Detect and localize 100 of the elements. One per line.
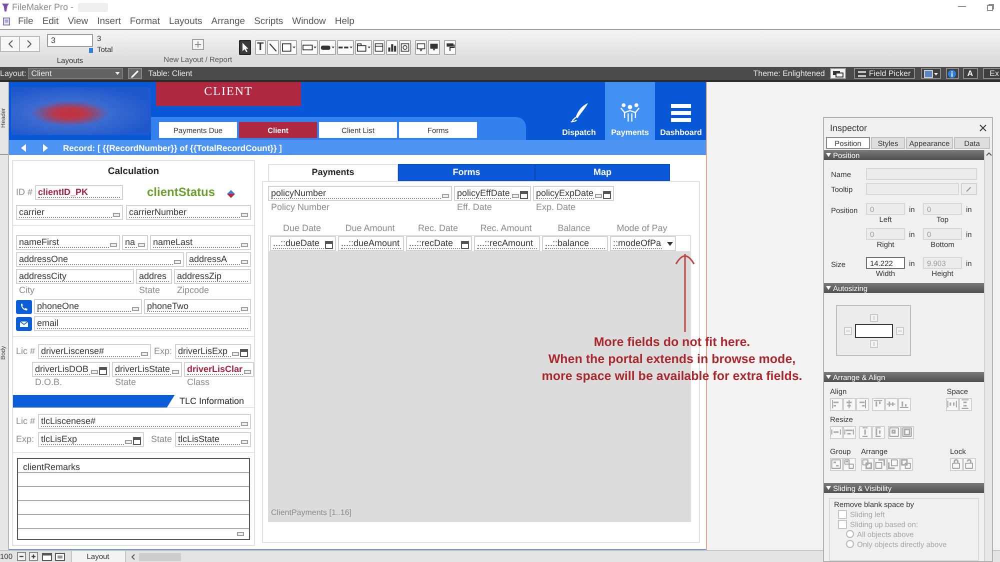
panel-tab[interactable]: Payments: [268, 164, 398, 181]
layout-field[interactable]: tlcLiscenese#: [38, 414, 251, 429]
layout-field[interactable]: ...::recDate: [406, 236, 472, 251]
layout-field[interactable]: clientRemarks: [17, 458, 250, 540]
bring-forward-icon[interactable]: [874, 458, 887, 471]
group-icon[interactable]: [830, 458, 843, 471]
two-windows-icon[interactable]: [830, 68, 846, 79]
popover-tool-icon[interactable]: [414, 40, 427, 55]
panel-tab[interactable]: Forms: [398, 164, 535, 181]
menu-item[interactable]: View: [66, 16, 90, 28]
close-icon[interactable]: [979, 124, 987, 132]
window-view-icon[interactable]: [54, 552, 65, 560]
zoom-out-icon[interactable]: [16, 552, 26, 561]
rectangle-tool-icon[interactable]: [280, 40, 297, 55]
ungroup-icon[interactable]: [843, 458, 856, 471]
layout-field[interactable]: addres: [136, 269, 172, 284]
align-right-icon[interactable]: [856, 398, 869, 411]
panel-tab[interactable]: Map: [535, 164, 670, 181]
tab-control-tool-icon[interactable]: [354, 40, 372, 55]
menu-item[interactable]: Layouts: [168, 16, 204, 28]
menu-item[interactable]: Help: [334, 16, 356, 28]
previous-record-icon[interactable]: [21, 144, 26, 152]
layout-field[interactable]: addressA: [186, 252, 251, 267]
layout-field[interactable]: addressZip: [174, 269, 251, 284]
layout-field[interactable]: driverLisExp: [175, 344, 251, 359]
align-left-icon[interactable]: [830, 398, 843, 411]
menu-item[interactable]: Arrange: [210, 16, 246, 28]
maximize-icon[interactable]: [987, 4, 994, 10]
layout-field[interactable]: carrierNumber: [126, 205, 251, 220]
slide-control-tool-icon[interactable]: [428, 40, 440, 55]
chevron-left-icon[interactable]: [0, 36, 20, 52]
line-tool-icon[interactable]: [266, 40, 279, 55]
largest-height-icon[interactable]: [872, 426, 885, 439]
layout-field[interactable]: ...::balance: [542, 236, 608, 251]
layout-field[interactable]: nameFirst: [16, 235, 120, 250]
lock-icon[interactable]: [950, 458, 963, 471]
layout-field[interactable]: driverLisDOB: [32, 362, 110, 377]
menu-item[interactable]: Window: [291, 16, 327, 28]
bring-to-front-icon[interactable]: [861, 458, 874, 471]
layout-field[interactable]: ::modeOfPa: [610, 236, 676, 251]
tooltip-field[interactable]: [866, 183, 959, 195]
layout-field[interactable]: driverLiscense#: [38, 344, 151, 359]
align-middle-icon[interactable]: [885, 398, 898, 411]
pencil-icon[interactable]: [128, 68, 142, 79]
text-tool-button[interactable]: T: [254, 40, 266, 55]
scrollbar-thumb[interactable]: [138, 552, 181, 560]
exit-layout-button[interactable]: Ex: [982, 68, 1000, 79]
layout-field[interactable]: policyEffDate: [454, 186, 531, 201]
layout-field[interactable]: addressOne: [16, 252, 184, 267]
menu-item[interactable]: Format: [128, 16, 161, 28]
record-number-field[interactable]: 3: [47, 34, 93, 47]
web-viewer-tool-icon[interactable]: [398, 40, 411, 55]
slider-thumb[interactable]: [89, 48, 93, 53]
align-bottom-icon[interactable]: [898, 398, 911, 411]
menu-item[interactable]: Edit: [41, 16, 60, 28]
layout-field[interactable]: phoneTwo: [144, 299, 251, 314]
layout-field[interactable]: addressCity: [16, 269, 134, 284]
unlock-icon[interactable]: [963, 458, 976, 471]
chart-tool-icon[interactable]: [386, 40, 398, 55]
layout-field[interactable]: tlcLisExp: [38, 432, 144, 447]
chevron-right-icon[interactable]: [20, 36, 40, 52]
menu-item[interactable]: Scripts: [253, 16, 284, 28]
field-tool-icon[interactable]: [300, 40, 318, 55]
layout-field[interactable]: phoneOne: [34, 299, 142, 314]
space-down-icon[interactable]: [959, 398, 972, 411]
layout-dropdown[interactable]: Client: [28, 68, 124, 79]
space-across-icon[interactable]: [946, 398, 959, 411]
layout-field[interactable]: ...::recAmount: [474, 236, 540, 251]
layout-field[interactable]: policyNumber: [268, 186, 452, 201]
send-backward-icon[interactable]: [887, 458, 900, 471]
scroll-up-icon[interactable]: [986, 152, 992, 156]
font-button[interactable]: A: [962, 68, 978, 79]
layout-field[interactable]: ...::dueDate: [270, 236, 336, 251]
color-swatch-icon[interactable]: [920, 68, 941, 79]
minimize-icon[interactable]: [958, 6, 966, 8]
layout-field[interactable]: policyExpDate: [533, 186, 614, 201]
field-picker-button[interactable]: Field Picker: [854, 68, 915, 79]
portal-tool-icon[interactable]: [372, 40, 385, 55]
layout-field[interactable]: carrier: [16, 205, 123, 220]
layout-field[interactable]: clientID_PK: [35, 184, 123, 200]
layout-field[interactable]: driverLisClar: [184, 362, 254, 377]
layout-field[interactable]: tlcLisState: [175, 432, 251, 447]
smallest-size-icon[interactable]: [888, 426, 901, 439]
scroll-left-icon[interactable]: [130, 554, 135, 560]
layout-field[interactable]: email: [34, 316, 251, 331]
pointer-tool-icon[interactable]: [238, 40, 251, 55]
menu-item[interactable]: Insert: [96, 16, 122, 28]
largest-width-icon[interactable]: [843, 426, 856, 439]
next-record-icon[interactable]: [43, 144, 48, 152]
layout-field[interactable]: driverLisState: [112, 362, 182, 377]
smallest-height-icon[interactable]: [859, 426, 872, 439]
button-bar-tool-icon[interactable]: [336, 40, 354, 55]
window-view-icon[interactable]: [42, 552, 52, 560]
layout-field[interactable]: na: [122, 235, 148, 250]
layout-field[interactable]: ...::dueAmount: [338, 236, 404, 251]
button-tool-icon[interactable]: [318, 40, 336, 55]
new-layout-icon[interactable]: [192, 39, 204, 50]
smallest-width-icon[interactable]: [830, 426, 843, 439]
largest-size-icon[interactable]: [901, 426, 914, 439]
name-field[interactable]: [866, 168, 977, 180]
